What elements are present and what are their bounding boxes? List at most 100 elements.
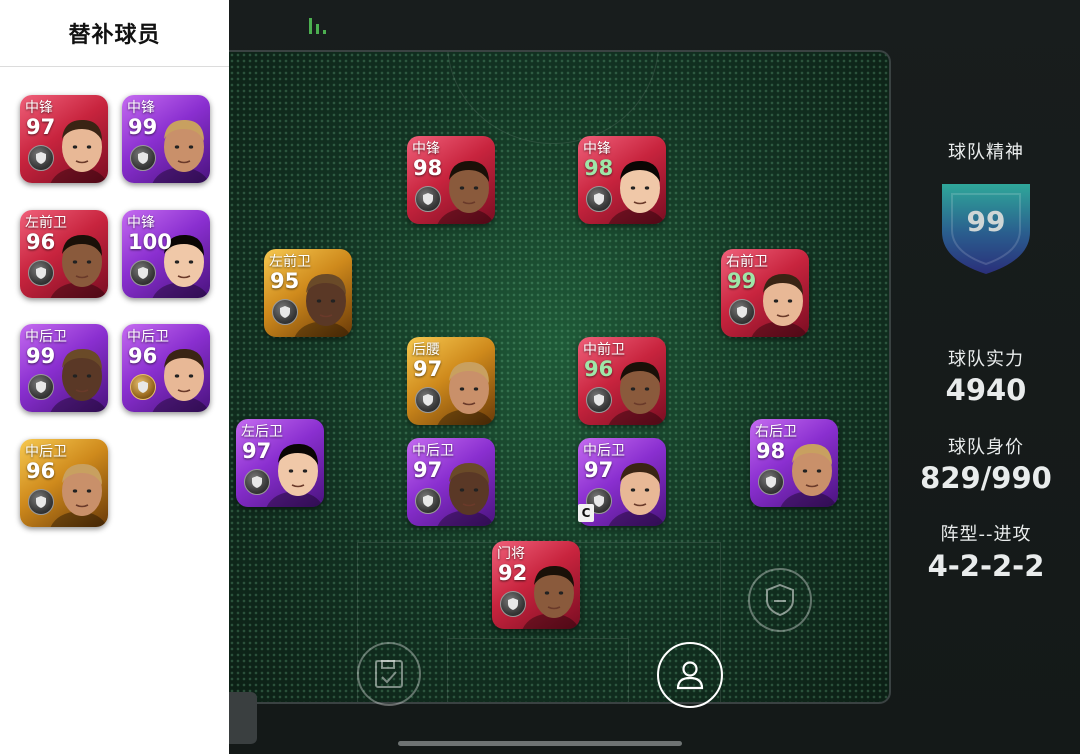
player-position: 门将 [497, 546, 525, 562]
lineup-player-card[interactable]: 后腰 97 [407, 337, 495, 425]
player-position: 中后卫 [583, 443, 625, 459]
player-rating: 96 [584, 357, 614, 381]
lineup-player-card[interactable]: 右前卫 99 [721, 249, 809, 337]
signal-bars-icon [309, 18, 326, 34]
home-indicator[interactable] [398, 741, 682, 746]
club-badge [586, 186, 612, 212]
club-badge [28, 489, 54, 515]
club-badge [28, 374, 54, 400]
player-rating: 97 [26, 115, 56, 139]
team-strength-value: 4940 [945, 373, 1027, 407]
player-position: 中锋 [127, 215, 155, 231]
shield-minus-icon [766, 583, 794, 617]
substitute-player-card[interactable]: 中锋 99 [122, 95, 210, 183]
pitch-goal-box [447, 638, 629, 702]
formation-label: 阵型--进攻 [940, 524, 1032, 545]
player-rating: 97 [584, 458, 614, 482]
lineup-player-card[interactable]: 中锋 98 [578, 136, 666, 224]
player-rating: 97 [413, 357, 443, 381]
club-crest-icon [138, 152, 148, 164]
club-crest-icon [766, 476, 776, 488]
pitch-center-circle [447, 52, 659, 144]
player-rating: 96 [26, 459, 56, 483]
club-crest-icon [280, 306, 290, 318]
club-crest-icon [423, 193, 433, 205]
substitutes-title: 替补球员 [0, 0, 229, 67]
club-badge [415, 387, 441, 413]
player-position: 中锋 [127, 100, 155, 116]
person-icon [676, 661, 704, 690]
club-crest-icon [36, 267, 46, 279]
lineup-player-card[interactable]: 中后卫 97 [407, 438, 495, 526]
player-rating: 98 [584, 156, 614, 180]
player-view-button[interactable] [657, 642, 723, 708]
club-crest-icon [423, 394, 433, 406]
club-badge [130, 260, 156, 286]
player-rating: 99 [128, 115, 158, 139]
player-position: 中锋 [583, 141, 611, 157]
player-rating: 95 [270, 269, 300, 293]
lineup-player-card[interactable]: 门将 92 [492, 541, 580, 629]
save-check-icon [375, 660, 403, 688]
club-crest-icon [138, 381, 148, 393]
team-spirit-value: 99 [966, 205, 1006, 238]
player-rating: 98 [756, 439, 786, 463]
player-position: 中后卫 [25, 444, 67, 460]
club-badge [130, 374, 156, 400]
player-position: 右后卫 [755, 424, 797, 440]
player-position: 中后卫 [412, 443, 454, 459]
shield-button[interactable] [748, 568, 812, 632]
club-badge [28, 260, 54, 286]
club-crest-icon [252, 476, 262, 488]
club-badge [28, 145, 54, 171]
club-crest-icon [36, 152, 46, 164]
formation-value: 4-2-2-2 [927, 549, 1045, 583]
club-badge [758, 469, 784, 495]
player-position: 后腰 [412, 342, 440, 358]
lineup-player-card[interactable]: 左前卫 95 [264, 249, 352, 337]
player-rating: 96 [128, 344, 158, 368]
player-rating: 97 [242, 439, 272, 463]
club-badge [586, 387, 612, 413]
substitute-player-card[interactable]: 左前卫 96 [20, 210, 108, 298]
substitute-player-card[interactable]: 中锋 100 [122, 210, 210, 298]
substitute-player-card[interactable]: 中后卫 99 [20, 324, 108, 412]
player-rating: 100 [128, 230, 172, 254]
team-value-value: 829/990 [920, 461, 1052, 495]
player-rating: 98 [413, 156, 443, 180]
club-badge [500, 591, 526, 617]
club-crest-icon [594, 193, 604, 205]
lineup-player-card[interactable]: 右后卫 98 [750, 419, 838, 507]
club-crest-icon [737, 306, 747, 318]
lineup-player-card[interactable]: 左后卫 97 [236, 419, 324, 507]
club-badge [415, 488, 441, 514]
panel-drag-handle[interactable] [229, 692, 257, 744]
substitute-player-card[interactable]: 中后卫 96 [20, 439, 108, 527]
substitutes-panel: 替补球员 中锋 97 中锋 99 左前卫 96 中锋 100 中后卫 99 中后卫 96 中后卫 96 [0, 0, 229, 754]
club-crest-icon [423, 495, 433, 507]
club-crest-icon [594, 394, 604, 406]
club-crest-icon [508, 598, 518, 610]
club-crest-icon [36, 381, 46, 393]
player-position: 左前卫 [269, 254, 311, 270]
team-value-label: 球队身价 [948, 437, 1024, 458]
club-crest-icon [594, 495, 604, 507]
player-position: 中锋 [25, 100, 53, 116]
substitute-player-card[interactable]: 中后卫 96 [122, 324, 210, 412]
captain-badge: C [578, 504, 594, 522]
team-strength-label: 球队实力 [948, 349, 1024, 370]
player-position: 右前卫 [726, 254, 768, 270]
lineup-player-card[interactable]: 中锋 98 [407, 136, 495, 224]
club-badge [244, 469, 270, 495]
club-badge [415, 186, 441, 212]
player-rating: 92 [498, 561, 528, 585]
substitute-player-card[interactable]: 中锋 97 [20, 95, 108, 183]
player-rating: 99 [26, 344, 56, 368]
club-crest-icon [138, 267, 148, 279]
player-position: 中前卫 [583, 342, 625, 358]
save-lineup-button[interactable] [357, 642, 421, 706]
club-crest-icon [36, 496, 46, 508]
player-rating: 97 [413, 458, 443, 482]
player-position: 左前卫 [25, 215, 67, 231]
lineup-player-card[interactable]: 中前卫 96 [578, 337, 666, 425]
